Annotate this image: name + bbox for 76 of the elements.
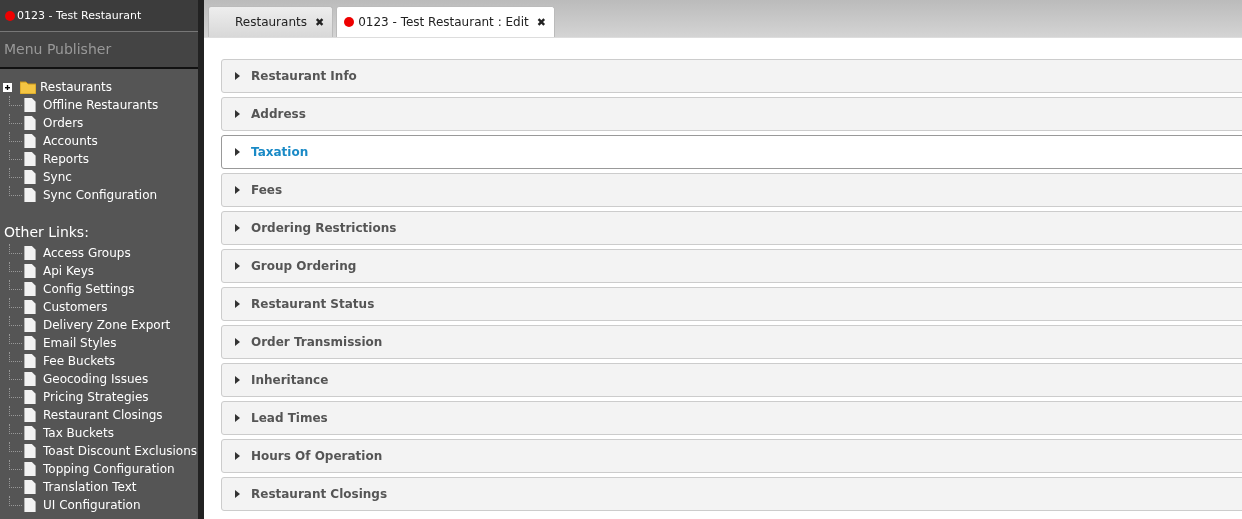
document-icon [24,264,36,278]
accordion-header[interactable]: Restaurant Status [221,287,1242,321]
document-icon [24,134,36,148]
caret-icon [235,414,240,422]
caret-icon [235,148,240,156]
link-item[interactable]: UI Configuration [43,498,141,512]
document-icon [24,170,36,184]
link-item[interactable]: Restaurant Closings [43,408,163,422]
link-item[interactable]: Access Groups [43,246,131,260]
document-icon [24,152,36,166]
document-icon [24,354,36,368]
tree-item[interactable]: Accounts [43,134,98,148]
caret-icon [235,452,240,460]
document-icon [24,188,36,202]
link-item[interactable]: Api Keys [43,264,94,278]
accordion-header[interactable]: Restaurant Closings [221,477,1242,511]
link-item[interactable]: Fee Buckets [43,354,116,368]
caret-icon [235,72,240,80]
document-icon [24,498,36,512]
document-icon [24,462,36,476]
accordion-header[interactable]: Fees [221,173,1242,207]
document-icon [24,318,36,332]
document-icon [24,116,36,130]
tree-item[interactable]: Restaurants [40,80,112,94]
link-item[interactable]: Pricing Strategies [43,390,149,404]
tree-item[interactable]: Sync Configuration [43,188,158,202]
accordion-header[interactable]: Ordering Restrictions [221,211,1242,245]
link-item[interactable]: Geocoding Issues [43,372,149,386]
link-item[interactable]: Toast Discount Exclusions [43,444,198,458]
document-icon [24,390,36,404]
link-item[interactable]: Topping Configuration [43,462,175,476]
caret-icon [235,110,240,118]
close-icon[interactable]: ✖ [314,15,325,29]
folder-icon [20,80,36,94]
link-item[interactable]: Translation Text [43,480,137,494]
document-icon [24,444,36,458]
tree-item[interactable]: Orders [43,116,84,130]
tab[interactable]: Restaurants ✖ [208,6,334,37]
link-item[interactable]: Delivery Zone Export [43,318,171,332]
accordion-header[interactable]: Taxation [221,135,1242,169]
accordion-header[interactable]: Address [221,97,1242,131]
expand-icon[interactable] [3,82,12,92]
accordion-header[interactable]: Inheritance [221,363,1242,397]
link-item[interactable]: Config Settings [43,282,135,296]
accordion-header[interactable]: Lead Times [221,401,1242,435]
section-heading: Other Links: [3,224,90,240]
accordion-header[interactable]: Hours Of Operation [221,439,1242,473]
accordion-header[interactable]: Order Transmission [221,325,1242,359]
caret-icon [235,262,240,270]
tree-item[interactable]: Sync [43,170,72,184]
document-icon [24,300,36,314]
caret-icon [235,186,240,194]
tab[interactable]: 0123 - Test Restaurant : Edit ✖ [336,6,555,37]
caret-icon [235,490,240,498]
caret-icon [235,224,240,232]
link-item[interactable]: Customers [43,300,108,314]
document-icon [24,480,36,494]
accordion-header[interactable]: Group Ordering [221,249,1242,283]
document-icon [24,336,36,350]
caret-icon [235,300,240,308]
accordion-header[interactable]: Restaurant Info [221,59,1242,93]
link-item[interactable]: Tax Buckets [43,426,114,440]
caret-icon [235,376,240,384]
document-icon [24,426,36,440]
tree-item[interactable]: Offline Restaurants [43,98,159,112]
tree-item[interactable]: Reports [43,152,90,166]
restaurant-name: 0123 - Test Restaurant [17,9,142,22]
document-icon [24,372,36,386]
document-icon [24,408,36,422]
document-icon [24,98,36,112]
link-item[interactable]: Email Styles [43,336,117,350]
document-icon [24,246,36,260]
app-title: Menu Publisher [0,32,198,69]
caret-icon [235,338,240,346]
close-icon[interactable]: ✖ [536,15,546,29]
document-icon [24,282,36,296]
